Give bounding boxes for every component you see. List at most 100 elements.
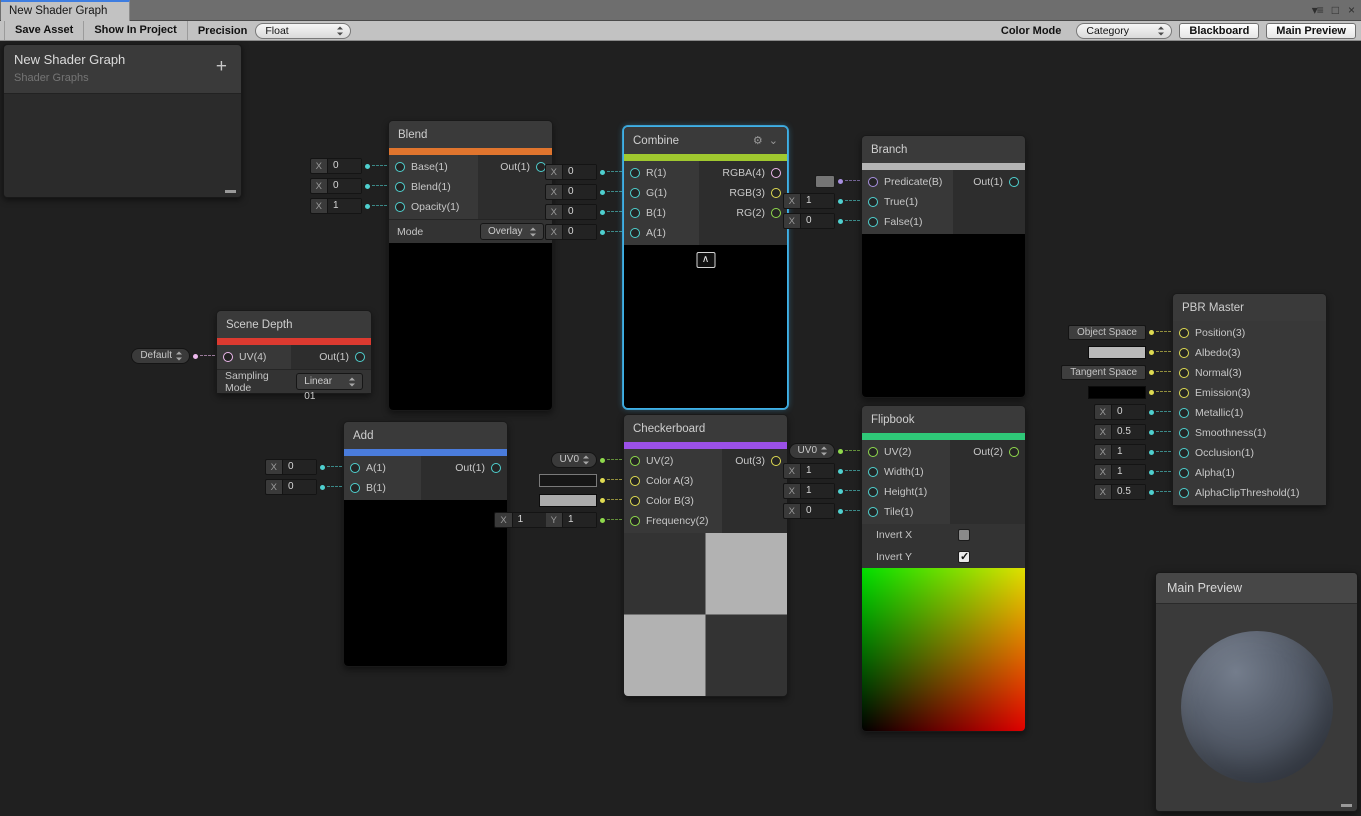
- input-port[interactable]: [868, 487, 878, 497]
- control-dropdown[interactable]: Linear 01: [296, 373, 363, 390]
- precision-dropdown[interactable]: Float: [255, 23, 351, 39]
- node-add[interactable]: AddA(1)B(1)Out(1): [343, 421, 508, 667]
- node-flipbook[interactable]: FlipbookUV(2)Width(1)Height(1)Tile(1)Out…: [861, 405, 1026, 732]
- port-input-widget[interactable]: X0.5: [1094, 424, 1146, 440]
- window-menu-icon[interactable]: ▾≡: [1312, 3, 1323, 17]
- maximize-icon[interactable]: □: [1332, 3, 1339, 17]
- input-vector1-field[interactable]: X0: [545, 204, 597, 220]
- node-scene-depth[interactable]: Scene DepthUV(4)Out(1)Sampling ModeLinea…: [216, 310, 372, 394]
- port-input-widget[interactable]: X1: [783, 193, 835, 209]
- output-port[interactable]: [771, 456, 781, 466]
- value-field[interactable]: 1: [1111, 465, 1145, 479]
- input-vector1-field[interactable]: X1: [783, 193, 835, 209]
- input-port[interactable]: [630, 476, 640, 486]
- input-vector1-field[interactable]: X0: [783, 213, 835, 229]
- node-branch[interactable]: BranchPredicate(B)True(1)False(1)Out(1): [861, 135, 1026, 398]
- input-port[interactable]: [630, 516, 640, 526]
- port-input-widget[interactable]: X1Y1: [494, 512, 597, 528]
- blackboard-title[interactable]: New Shader Graph: [14, 52, 231, 67]
- input-port[interactable]: [1179, 348, 1189, 358]
- input-vector1-field[interactable]: X1: [310, 198, 362, 214]
- input-vector1-field[interactable]: X0: [545, 164, 597, 180]
- port-input-widget[interactable]: X0: [265, 459, 317, 475]
- value-field[interactable]: 0.5: [1111, 485, 1145, 499]
- bool-checkbox[interactable]: [958, 551, 970, 563]
- port-input-widget[interactable]: X1: [783, 483, 835, 499]
- port-input-widget[interactable]: X0: [310, 178, 362, 194]
- chevron-down-icon[interactable]: ⌄: [769, 134, 778, 147]
- output-port[interactable]: [771, 208, 781, 218]
- control-dropdown[interactable]: Overlay: [480, 223, 544, 240]
- blackboard-toggle-button[interactable]: Blackboard: [1179, 23, 1259, 39]
- value-field[interactable]: 1: [512, 513, 546, 527]
- input-vector1-field[interactable]: X1: [1094, 464, 1146, 480]
- input-vector1-field[interactable]: X0: [310, 158, 362, 174]
- space-selector[interactable]: Object Space: [1068, 325, 1146, 340]
- predicate-checkbox[interactable]: [815, 175, 835, 188]
- value-field[interactable]: 1: [1111, 445, 1145, 459]
- input-port[interactable]: [395, 202, 405, 212]
- close-icon[interactable]: ×: [1348, 3, 1355, 17]
- input-vector2-field[interactable]: X1Y1: [494, 512, 597, 528]
- input-vector1-field[interactable]: X0: [265, 459, 317, 475]
- input-port[interactable]: [395, 182, 405, 192]
- input-port[interactable]: [868, 217, 878, 227]
- value-field[interactable]: 0: [1111, 405, 1145, 419]
- input-port[interactable]: [1179, 488, 1189, 498]
- port-input-widget[interactable]: [1088, 344, 1146, 360]
- output-port[interactable]: [771, 168, 781, 178]
- port-input-widget[interactable]: X0: [783, 503, 835, 519]
- input-vector1-field[interactable]: X0: [1094, 404, 1146, 420]
- port-input-widget[interactable]: X0: [545, 224, 597, 240]
- blackboard-resize-handle[interactable]: [225, 190, 236, 193]
- value-field[interactable]: 0.5: [1111, 425, 1145, 439]
- input-port[interactable]: [1179, 368, 1189, 378]
- main-preview-panel[interactable]: Main Preview: [1155, 572, 1358, 812]
- input-vector1-field[interactable]: X1: [783, 483, 835, 499]
- input-vector1-field[interactable]: X0: [310, 178, 362, 194]
- color-mode-dropdown[interactable]: Category: [1076, 23, 1172, 39]
- port-input-widget[interactable]: X0: [783, 213, 835, 229]
- port-input-widget[interactable]: UV0: [551, 452, 597, 468]
- port-input-widget[interactable]: [1088, 384, 1146, 400]
- value-field[interactable]: 0: [327, 159, 361, 173]
- node-blend[interactable]: BlendBase(1)Blend(1)Opacity(1)Out(1)Mode…: [388, 120, 553, 411]
- node-pbr-master[interactable]: PBR MasterPosition(3)Albedo(3)Normal(3)E…: [1172, 293, 1327, 506]
- input-vector1-field[interactable]: X1: [783, 463, 835, 479]
- port-input-widget[interactable]: X0: [545, 204, 597, 220]
- node-combine[interactable]: Combine⚙⌄R(1)G(1)B(1)A(1)RGBA(4)RGB(3)RG…: [623, 126, 788, 409]
- add-property-button[interactable]: +: [216, 57, 227, 76]
- port-input-widget[interactable]: X0: [310, 158, 362, 174]
- channel-dropdown[interactable]: UV0: [551, 452, 597, 468]
- input-vector1-field[interactable]: X0.5: [1094, 484, 1146, 500]
- port-input-widget[interactable]: X0: [545, 184, 597, 200]
- show-in-project-button[interactable]: Show In Project: [84, 21, 188, 40]
- color-swatch[interactable]: [1088, 386, 1146, 399]
- node-checkerboard[interactable]: CheckerboardUV(2)Color A(3)Color B(3)Fre…: [623, 414, 788, 697]
- color-swatch[interactable]: [539, 494, 597, 507]
- input-port[interactable]: [1179, 388, 1189, 398]
- value-field[interactable]: 0: [562, 225, 596, 239]
- bool-checkbox[interactable]: [958, 529, 970, 541]
- value-field[interactable]: 0: [282, 480, 316, 494]
- input-port[interactable]: [1179, 428, 1189, 438]
- space-selector[interactable]: Tangent Space: [1061, 365, 1146, 380]
- input-port[interactable]: [868, 467, 878, 477]
- value-field[interactable]: 0: [327, 179, 361, 193]
- main-preview-toggle-button[interactable]: Main Preview: [1266, 23, 1356, 39]
- value-field[interactable]: 0: [282, 460, 316, 474]
- output-port[interactable]: [355, 352, 365, 362]
- value-field[interactable]: 1: [562, 513, 596, 527]
- input-port[interactable]: [350, 483, 360, 493]
- input-vector1-field[interactable]: X0: [545, 224, 597, 240]
- port-input-widget[interactable]: X0: [265, 479, 317, 495]
- input-port[interactable]: [630, 228, 640, 238]
- value-field[interactable]: 0: [562, 165, 596, 179]
- input-vector1-field[interactable]: X0: [265, 479, 317, 495]
- input-port[interactable]: [868, 507, 878, 517]
- blackboard-panel[interactable]: New Shader Graph Shader Graphs +: [3, 44, 242, 198]
- port-input-widget[interactable]: X0: [1094, 404, 1146, 420]
- value-field[interactable]: 1: [800, 484, 834, 498]
- port-input-widget[interactable]: Default: [131, 348, 190, 364]
- input-port[interactable]: [1179, 328, 1189, 338]
